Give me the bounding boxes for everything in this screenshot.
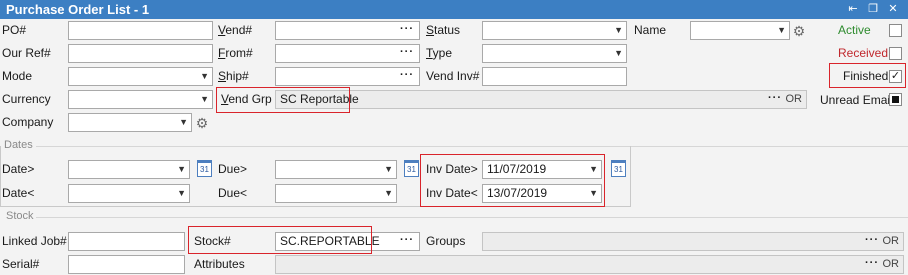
pin-icon[interactable]: ⇤ (846, 2, 860, 16)
attributes-label: Attributes (194, 257, 245, 271)
active-checkbox[interactable] (889, 24, 902, 37)
chevron-down-icon: ▼ (614, 25, 623, 35)
window-titlebar: Purchase Order List - 1 ⇤ ❐ ✕ (0, 0, 908, 19)
name-select[interactable]: ▼ (690, 21, 790, 40)
date-gt-select[interactable]: ▼ (68, 160, 190, 179)
chevron-down-icon: ▼ (384, 188, 393, 198)
active-label: Active (838, 23, 871, 37)
currency-select[interactable]: ▼ (68, 90, 213, 109)
currency-label: Currency (2, 92, 51, 106)
chevron-down-icon: ▼ (200, 94, 209, 104)
company-select[interactable]: ▼ (68, 113, 192, 132)
vendinv-label: Vend Inv# (426, 69, 480, 83)
serial-label: Serial# (2, 257, 40, 271)
chevron-down-icon: ▼ (614, 48, 623, 58)
linkedjob-input[interactable] (68, 232, 185, 251)
close-icon[interactable]: ✕ (886, 2, 900, 16)
ourref-label: Our Ref# (2, 46, 51, 60)
ourref-input[interactable] (68, 44, 213, 63)
received-label: Received (838, 46, 889, 60)
due-gt-select[interactable]: ▼ (275, 160, 397, 179)
mode-label: Mode (2, 69, 33, 83)
due-lt-select[interactable]: ▼ (275, 184, 397, 203)
ship-label: Ship# (218, 69, 249, 83)
serial-input[interactable] (68, 255, 185, 274)
or-button[interactable]: OR (883, 233, 900, 250)
stock-divider (36, 217, 908, 218)
unread-label: Unread Email (820, 93, 893, 107)
po-input[interactable] (68, 21, 213, 40)
from-input[interactable]: ··· (275, 44, 420, 63)
date-lt-select[interactable]: ▼ (68, 184, 190, 203)
company-label: Company (2, 115, 54, 129)
status-label: Status (426, 23, 461, 37)
po-label: PO# (2, 23, 27, 37)
chevron-down-icon: ▼ (177, 188, 186, 198)
name-label: Name (634, 23, 667, 37)
chevron-down-icon: ▼ (179, 117, 188, 127)
type-label: Type (426, 46, 453, 60)
calendar-icon[interactable]: 31 (197, 160, 212, 177)
attributes-input[interactable]: ··· OR (275, 255, 904, 274)
finished-highlight (829, 63, 906, 88)
received-checkbox[interactable] (889, 47, 902, 60)
date-gt-label: Date> (2, 162, 35, 176)
vend-label: Vend# (218, 23, 253, 37)
unread-checkbox[interactable] (889, 93, 902, 106)
due-lt-label: Due< (218, 186, 248, 200)
vendgrp-highlight (216, 87, 350, 113)
from-label: From# (218, 46, 253, 60)
calendar-icon[interactable]: 31 (404, 160, 419, 177)
stock-highlight (188, 226, 372, 254)
stock-section-title: Stock (6, 210, 34, 222)
chevron-down-icon: ▼ (200, 71, 209, 81)
ship-input[interactable]: ··· (275, 67, 420, 86)
date-lt-label: Date< (2, 186, 35, 200)
gear-icon[interactable]: ⚙ (791, 23, 807, 39)
groups-label: Groups (426, 234, 466, 248)
vendinv-input[interactable] (482, 67, 627, 86)
mode-select[interactable]: ▼ (68, 67, 213, 86)
chevron-down-icon: ▼ (777, 25, 786, 35)
due-gt-label: Due> (218, 162, 248, 176)
restore-icon[interactable]: ❐ (866, 2, 880, 16)
calendar-icon[interactable]: 31 (611, 160, 626, 177)
or-button[interactable]: OR (786, 91, 803, 108)
or-button[interactable]: OR (883, 256, 900, 273)
type-select[interactable]: ▼ (482, 44, 627, 63)
window-title: Purchase Order List - 1 (6, 2, 150, 17)
vendgrp-input[interactable]: SC Reportable ··· OR (275, 90, 807, 109)
chevron-down-icon: ▼ (384, 164, 393, 174)
linkedjob-label: Linked Job# (2, 234, 67, 248)
invdate-highlight (420, 154, 605, 207)
groups-input[interactable]: ··· OR (482, 232, 904, 251)
status-select[interactable]: ▼ (482, 21, 627, 40)
chevron-down-icon: ▼ (177, 164, 186, 174)
vend-input[interactable]: ··· (275, 21, 420, 40)
gear-icon[interactable]: ⚙ (194, 115, 210, 131)
